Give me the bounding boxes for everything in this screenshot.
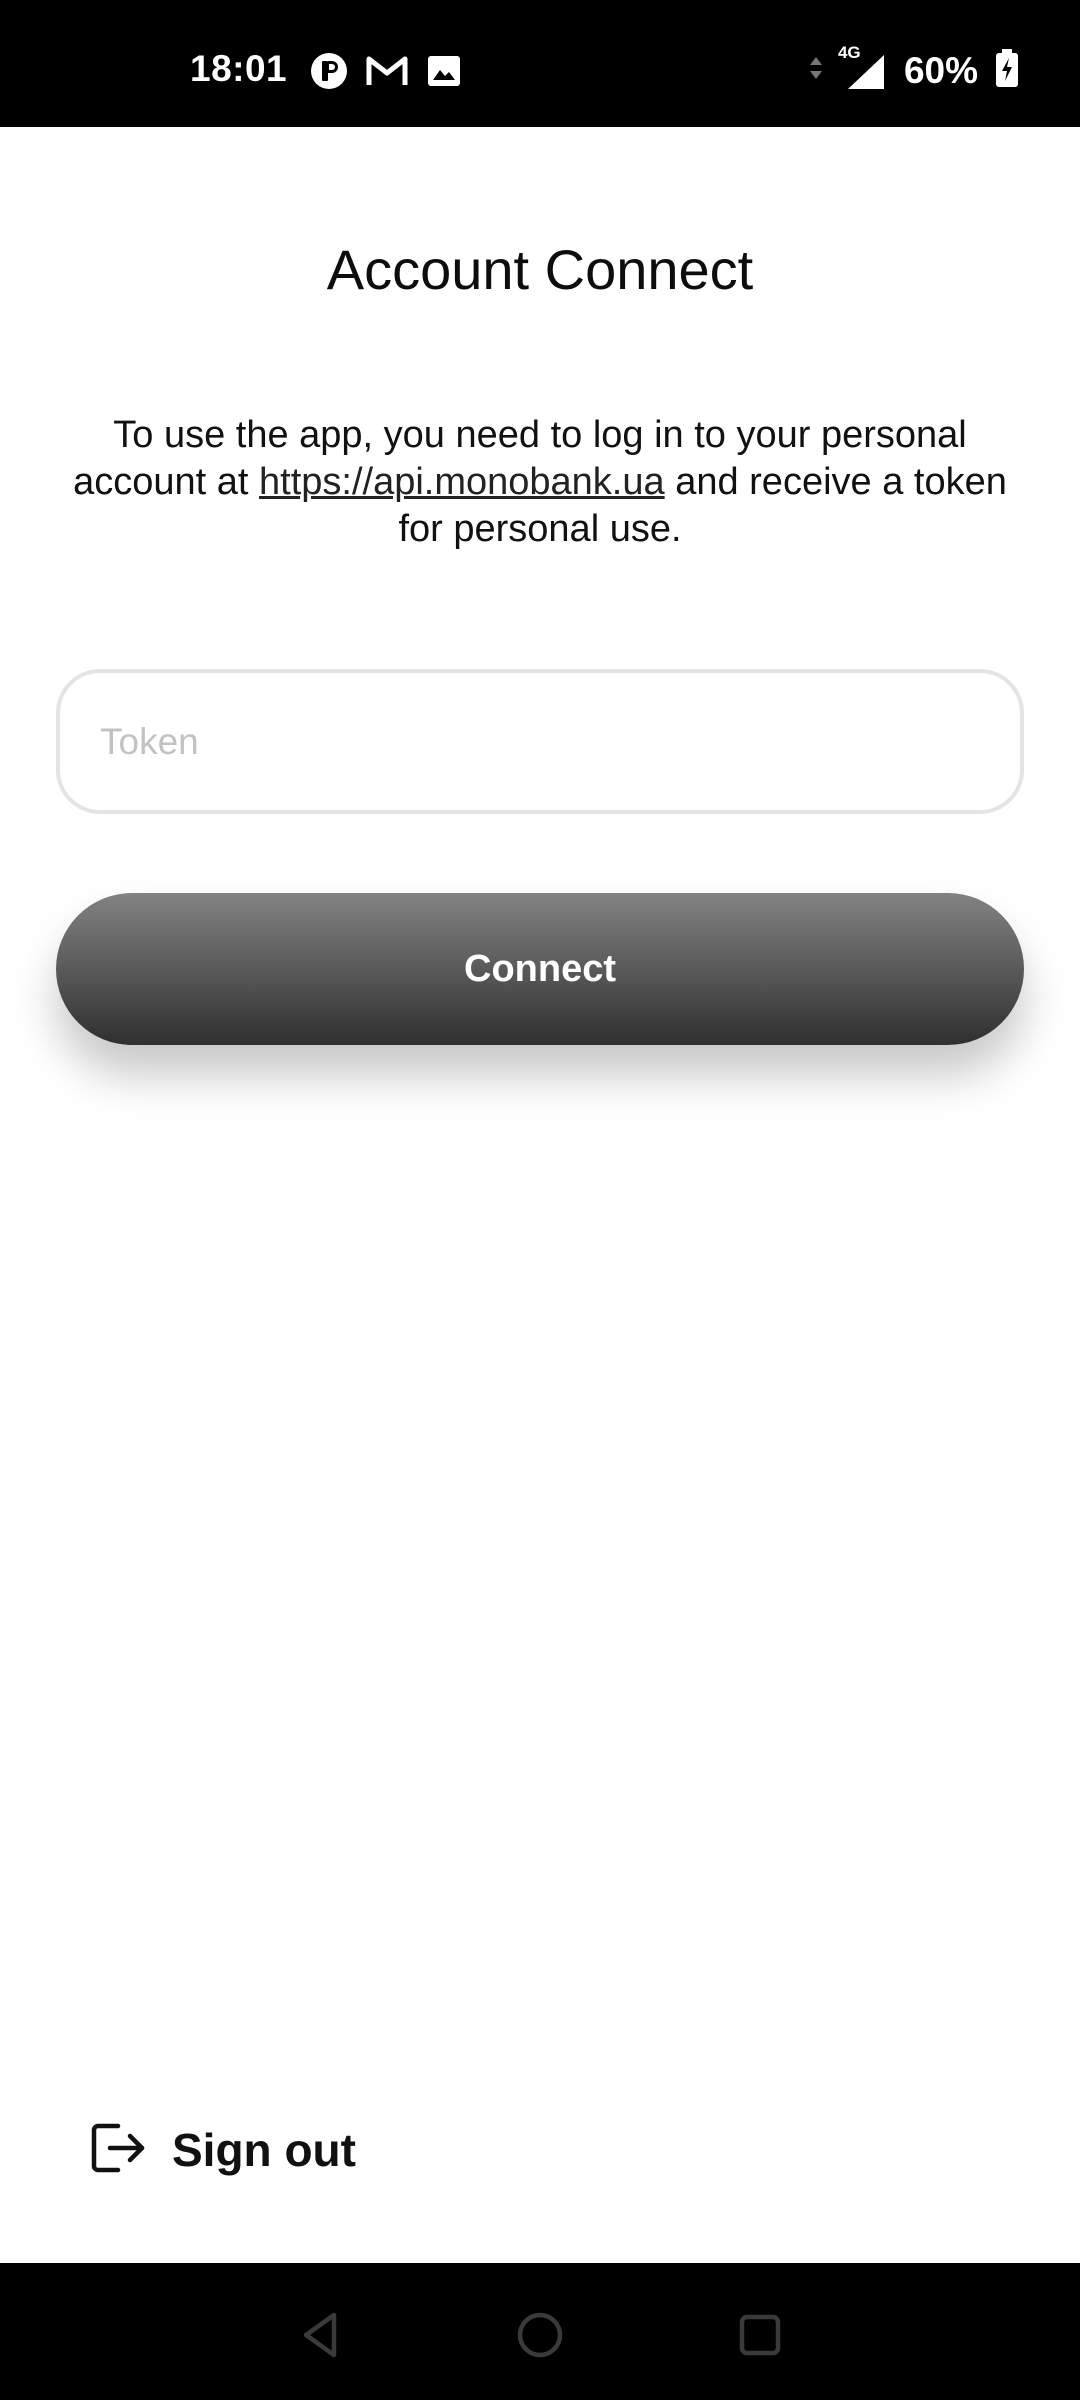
network-type: 4G (837, 42, 861, 62)
battery-charging-icon (994, 48, 1020, 93)
sign-out-button[interactable]: Sign out (88, 2117, 356, 2183)
instructions-text: To use the app, you need to log in to yo… (70, 412, 1010, 553)
main-content: Account Connect To use the app, you need… (0, 127, 1080, 2263)
page-title: Account Connect (326, 238, 754, 301)
notification-icons (310, 52, 462, 95)
connect-button-label: Connect (464, 947, 616, 990)
token-input[interactable] (100, 720, 980, 763)
connect-button[interactable]: Connect (56, 893, 1024, 1045)
status-bar: 18:01 4G 60% (0, 0, 1080, 127)
app-notification-icon (310, 52, 348, 95)
logout-icon (88, 2120, 148, 2181)
data-arrows-icon (808, 53, 824, 88)
image-icon (426, 54, 462, 93)
system-icons: 4G 60% (808, 43, 1020, 93)
status-time: 18:01 (190, 48, 288, 89)
battery-percent: 60% (903, 49, 978, 91)
token-field[interactable] (56, 669, 1024, 814)
recents-icon[interactable] (732, 2307, 788, 2363)
sign-out-label: Sign out (172, 2124, 356, 2176)
back-icon[interactable] (294, 2307, 350, 2363)
navigation-bar (0, 2263, 1080, 2400)
gmail-icon (366, 54, 408, 93)
monobank-api-link[interactable]: https://api.monobank.ua (259, 461, 665, 503)
signal-icon: 4G (838, 43, 888, 91)
home-icon[interactable] (512, 2307, 568, 2363)
